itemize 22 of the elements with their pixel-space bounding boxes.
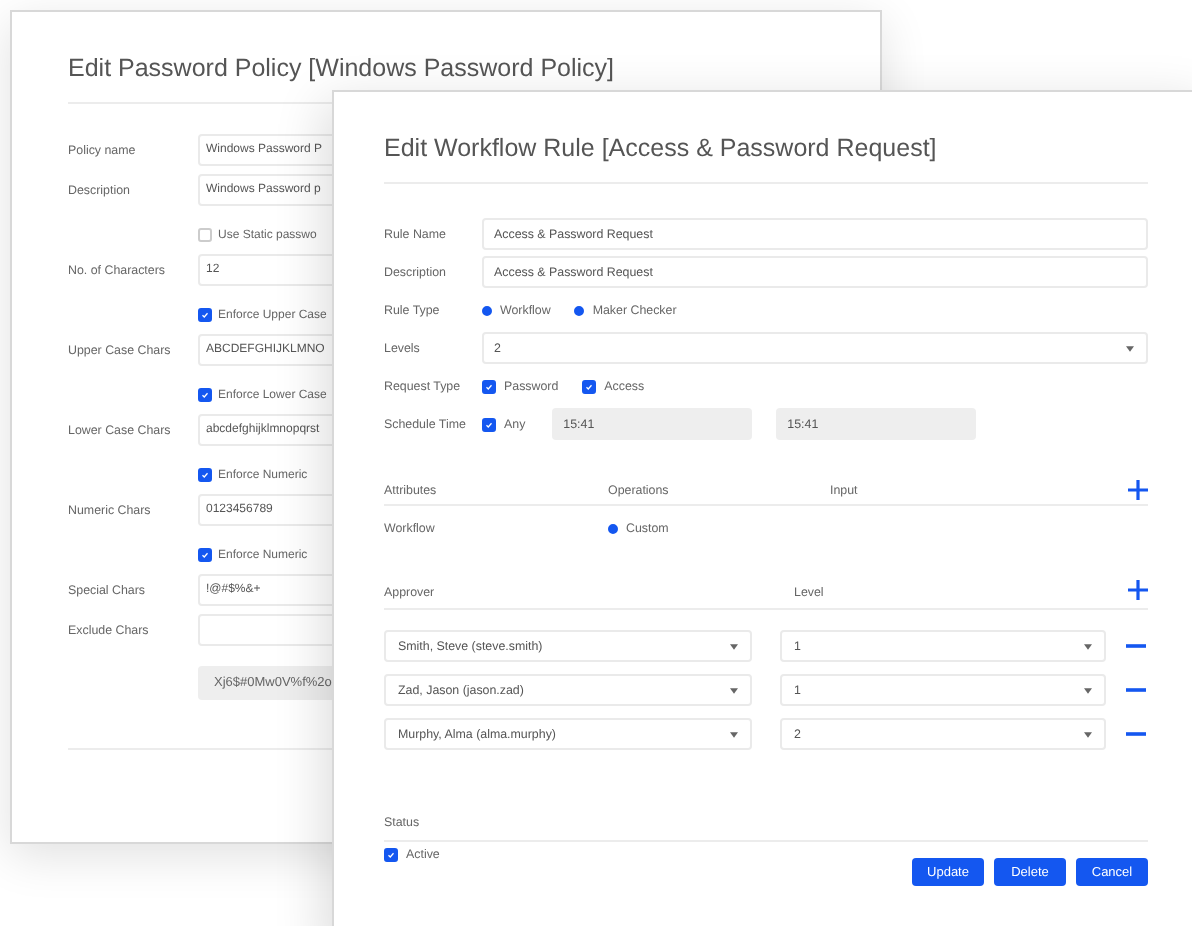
radio-button[interactable] [482,305,492,315]
checkbox[interactable] [384,848,398,862]
checkbox[interactable] [482,379,496,393]
caret-icon [730,643,738,649]
window-title: Edit Password Policy [Windows Password Policy] [68,52,617,84]
add-icon[interactable] [1128,580,1148,600]
caret-icon [1126,345,1134,351]
window-title: Edit Workflow Rule [Access & Password Request] [384,132,939,164]
checkbox[interactable] [198,388,212,402]
checkbox[interactable] [198,548,212,562]
caret-icon [1084,687,1092,693]
radio-button[interactable] [608,523,618,533]
caret-icon [730,687,738,693]
checkbox[interactable] [582,379,597,393]
caret-icon [1084,731,1092,737]
radio-button[interactable] [574,305,585,315]
checkbox[interactable] [198,468,212,482]
caret-icon [1084,643,1092,649]
checkbox[interactable] [482,417,496,431]
caret-icon [730,731,738,737]
checkbox[interactable] [198,308,212,322]
add-icon[interactable] [1128,480,1148,500]
